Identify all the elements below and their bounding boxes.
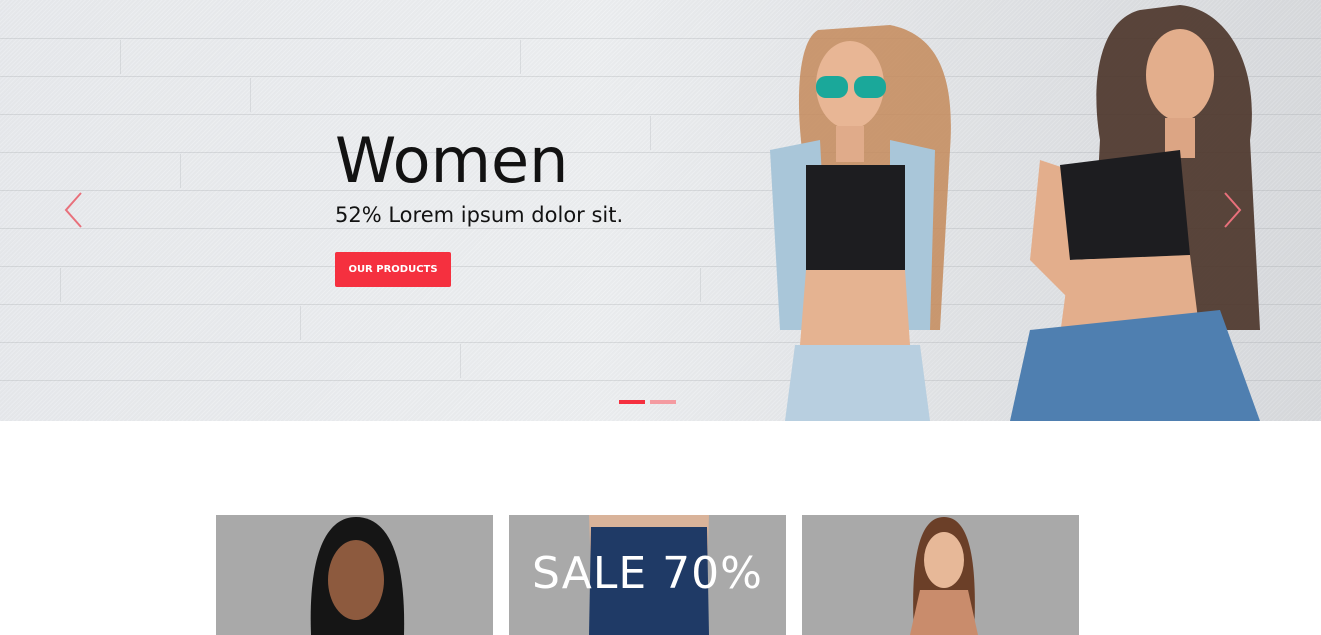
sale-text: SALE 70%	[532, 548, 763, 599]
slide-dot-active[interactable]	[619, 400, 645, 404]
brick-joint	[60, 268, 61, 302]
slider-next-button[interactable]	[1220, 190, 1244, 230]
promo-card-women[interactable]	[216, 515, 493, 635]
chevron-right-icon	[1224, 192, 1242, 228]
promo-card-model[interactable]	[802, 515, 1079, 635]
slide-title: Women	[335, 124, 569, 197]
our-products-button[interactable]: OUR PRODUCTS	[335, 252, 451, 287]
chevron-left-icon	[64, 192, 82, 228]
brick-joint	[250, 78, 251, 112]
brick-joint	[180, 154, 181, 188]
promo-cards: SALE 70%	[216, 515, 1079, 635]
promo-card-sale[interactable]: SALE 70%	[509, 515, 786, 635]
slide-subtitle: 52% Lorem ipsum dolor sit.	[335, 203, 624, 227]
brick-joint	[700, 268, 701, 302]
brick-joint	[650, 116, 651, 150]
hero-models-image	[770, 5, 1260, 421]
slider-pagination	[619, 400, 676, 404]
brick-joint	[300, 306, 301, 340]
brick-joint	[120, 40, 121, 74]
woman-model-image	[910, 517, 978, 635]
brick-joint	[520, 40, 521, 74]
slide-dot[interactable]	[650, 400, 676, 404]
slider-prev-button[interactable]	[62, 190, 86, 230]
brick-joint	[460, 344, 461, 378]
hero-slider: Women 52% Lorem ipsum dolor sit. OUR PRO…	[0, 0, 1321, 421]
woman-portrait-image	[310, 517, 405, 635]
